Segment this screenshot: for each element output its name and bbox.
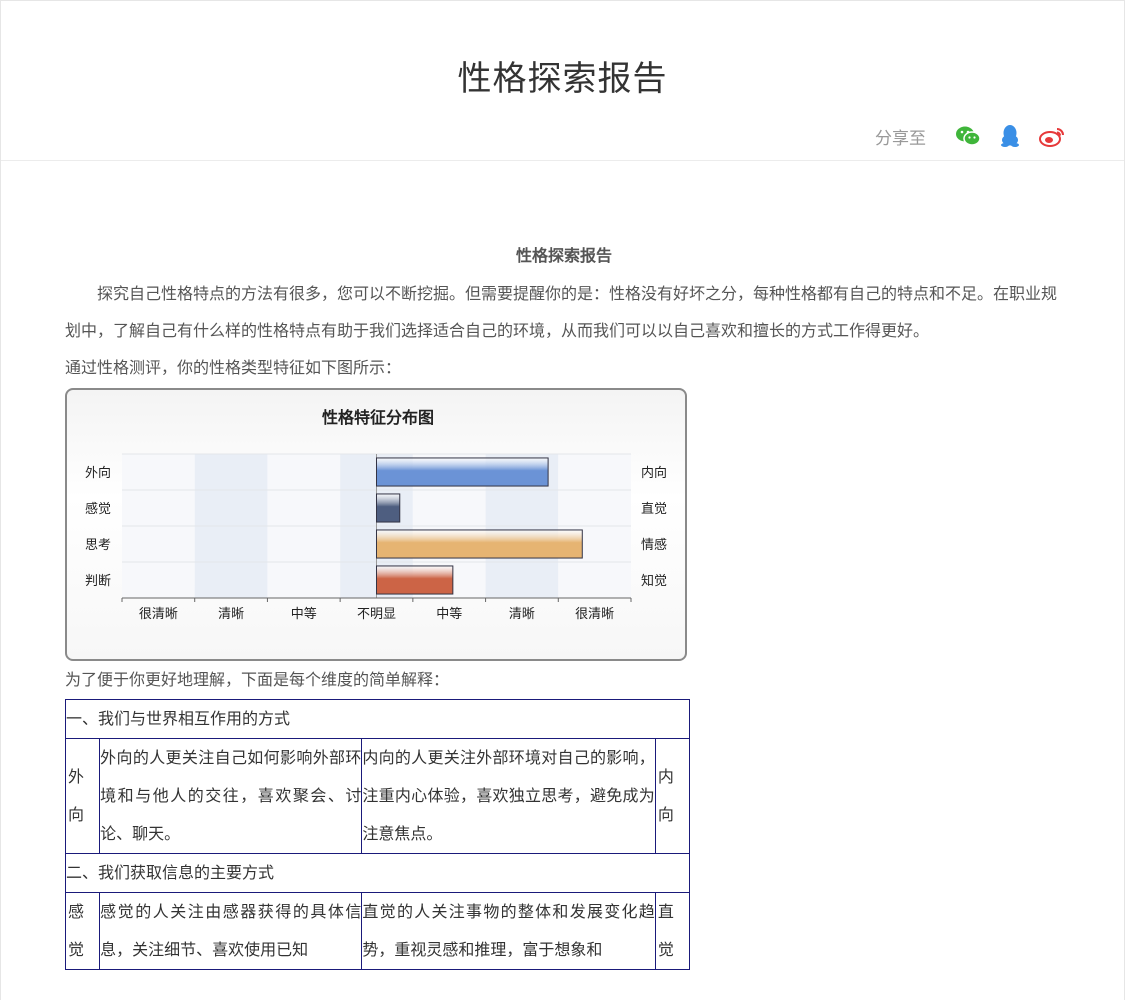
chart-right-label: 直觉 — [641, 502, 667, 517]
chart-left-label: 感觉 — [85, 501, 111, 517]
personality-chart: 性格特征分布图外向 内向感觉 直觉思考 情感判断 知觉很清晰 清晰 中等 不明显 中等 清晰 很清晰 — [65, 388, 687, 661]
left-desc: 感觉的人关注由感器获得的具体信息，关注细节、喜欢使用已知 — [99, 892, 363, 970]
wechat-icon[interactable] — [954, 122, 982, 150]
chart-tick-label: 中等 — [436, 606, 462, 622]
page-header: 性格探索报告 分享至 — [1, 1, 1124, 161]
right-label: 直觉 — [654, 892, 691, 970]
weibo-icon[interactable] — [1038, 122, 1066, 150]
chart-right-label: 知觉 — [641, 573, 667, 589]
chart-tick-label: 很清晰 — [139, 607, 178, 622]
table-intro: 为了便于你更好地理解，下面是每个维度的简单解释： — [65, 670, 450, 689]
chart-left-label: 思考 — [85, 538, 111, 553]
report-heading: 性格探索报告 — [515, 246, 612, 265]
chart-bar — [376, 457, 549, 487]
chart-title: 性格特征分布图 — [322, 408, 434, 427]
explain-table: 一、我们与世界相互作用的方式 外向 外向的人更关注自己如何影响外部环境和与他人的… — [64, 699, 691, 970]
section-row: 一、我们与世界相互作用的方式 — [65, 699, 690, 739]
chart-right-label: 内向 — [641, 465, 667, 481]
intro-paragraph: 探究自己性格特点的方法有很多，您可以不断挖掘。但需要提醒你的是：性格没有好坏之分… — [65, 284, 1058, 340]
share-bar: 分享至 — [875, 122, 1066, 150]
page: 性格探索报告 分享至 性格探索报告 探究自己性格特点的方法有很多，您可以不断挖掘… — [0, 0, 1125, 1000]
chart-tick-label: 清晰 — [509, 607, 535, 622]
chart-intro: 通过性格测评，你的性格类型特征如下图所示： — [65, 358, 402, 377]
section-title: 一、我们与世界相互作用的方式 — [65, 699, 690, 739]
left-label: 外向 — [64, 738, 101, 854]
dimension-row: 感觉 感觉的人关注由感器获得的具体信息，关注细节、喜欢使用已知 直觉的人关注事物… — [64, 892, 691, 970]
section-row: 二、我们获取信息的主要方式 — [65, 853, 690, 893]
chart-bar — [376, 529, 583, 559]
chart-left-label: 外向 — [85, 465, 111, 481]
share-label: 分享至 — [875, 128, 926, 149]
chart-tick-label: 很清晰 — [575, 607, 614, 622]
chart-svg: 性格特征分布图外向 内向感觉 直觉思考 情感判断 知觉很清晰 清晰 中等 不明显 中等 清晰 很清晰 — [85, 408, 667, 622]
section-title: 二、我们获取信息的主要方式 — [65, 853, 690, 893]
right-desc: 内向的人更关注外部环境对自己的影响，注重内心体验，喜欢独立思考，避免成为注意焦点… — [361, 738, 656, 854]
chart-tick-label: 清晰 — [218, 607, 244, 622]
left-desc: 外向的人更关注自己如何影响外部环境和与他人的交往，喜欢聚会、讨论、聊天。 — [99, 738, 363, 854]
chart-bar — [376, 493, 401, 523]
chart-left-label: 判断 — [85, 574, 111, 589]
dimension-row: 外向 外向的人更关注自己如何影响外部环境和与他人的交往，喜欢聚会、讨论、聊天。 … — [64, 738, 691, 854]
right-desc: 直觉的人关注事物的整体和发展变化趋势，重视灵感和推理，富于想象和 — [361, 892, 656, 970]
chart-right-label: 情感 — [641, 537, 667, 553]
right-label: 内向 — [654, 738, 691, 854]
chart-tick-label: 不明显 — [357, 607, 396, 622]
page-title: 性格探索报告 — [457, 59, 668, 99]
chart-bar — [376, 565, 454, 595]
chart-tick-label: 中等 — [291, 606, 317, 622]
left-label: 感觉 — [64, 892, 101, 970]
qq-icon[interactable] — [996, 122, 1024, 150]
report-content: 性格探索报告 探究自己性格特点的方法有很多，您可以不断挖掘。但需要提醒你的是：性… — [64, 237, 1063, 970]
